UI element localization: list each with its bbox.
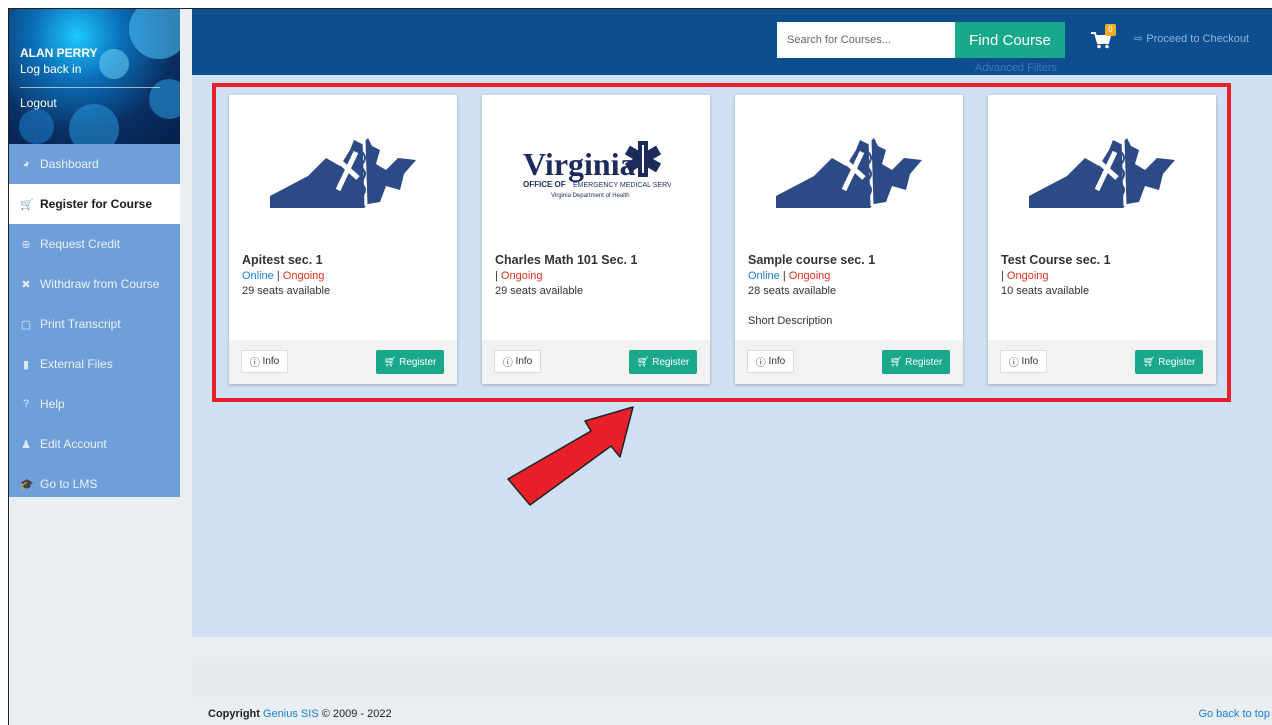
app-frame: ALAN PERRY Log back in Logout ◕ Dashboard…	[8, 8, 1272, 725]
sidebar-item-request-credit[interactable]: ⊕ Request Credit	[9, 224, 180, 264]
search-input[interactable]	[777, 22, 955, 58]
sidebar-item-register-for-course[interactable]: 🛒 Register for Course	[9, 184, 180, 224]
sidebar-item-withdraw-from-course[interactable]: ✖ Withdraw from Course	[9, 264, 180, 304]
copyright: Copyright Genius SIS © 2009 - 2022	[208, 708, 392, 720]
sidebar-user-panel: ALAN PERRY Log back in Logout	[9, 9, 180, 144]
logout-link[interactable]: Logout	[20, 96, 57, 110]
user-name: ALAN PERRY	[20, 46, 98, 60]
x-icon: ✖	[21, 278, 31, 291]
sidebar-item-label: Dashboard	[40, 157, 99, 171]
sidebar-item-dashboard[interactable]: ◕ Dashboard	[9, 144, 180, 184]
sidebar-item-label: Print Transcript	[40, 317, 121, 331]
graduation-cap-icon: 🎓	[20, 478, 34, 491]
sign-in-icon: ⇨	[1134, 33, 1147, 45]
top-bar: Find Course Advanced Filters 0 ⇨ Proceed…	[192, 9, 1272, 75]
cart-icon: 🛒	[20, 198, 34, 211]
footer-strip	[192, 657, 1272, 697]
plus-circle-icon: ⊕	[21, 238, 31, 251]
sidebar-item-label: Register for Course	[40, 197, 153, 211]
sidebar-item-label: Go to LMS	[40, 477, 98, 491]
annotation-arrow	[507, 406, 634, 506]
sidebar-item-help[interactable]: ? Help	[9, 384, 180, 424]
sidebar-item-label: Edit Account	[40, 437, 107, 451]
question-icon: ?	[22, 398, 30, 410]
annotation-highlight-box	[212, 83, 1231, 402]
genius-sis-link[interactable]: Genius SIS	[263, 708, 319, 720]
sidebar: ALAN PERRY Log back in Logout ◕ Dashboard…	[9, 9, 180, 497]
log-back-in-link[interactable]: Log back in	[20, 62, 81, 76]
proceed-to-checkout-link[interactable]: ⇨ Proceed to Checkout	[1134, 32, 1249, 45]
dashboard-icon: ◕	[22, 158, 30, 170]
file-icon: ▮	[22, 358, 30, 371]
sidebar-item-label: Withdraw from Course	[40, 277, 160, 291]
copyright-label: Copyright	[208, 708, 260, 720]
sidebar-item-label: Request Credit	[40, 237, 121, 251]
advanced-filters-link[interactable]: Advanced Filters	[975, 62, 1057, 74]
sidebar-item-external-files[interactable]: ▮ External Files	[9, 344, 180, 384]
copyright-years: © 2009 - 2022	[321, 708, 392, 720]
sidebar-nav: ◕ Dashboard 🛒 Register for Course ⊕ Request C…	[9, 144, 180, 504]
sidebar-item-edit-account[interactable]: ♟ Edit Account	[9, 424, 180, 464]
pdf-icon: ▢	[20, 318, 32, 331]
sidebar-item-label: Help	[40, 397, 65, 411]
sidebar-item-go-to-lms[interactable]: 🎓 Go to LMS	[9, 464, 180, 504]
sidebar-item-print-transcript[interactable]: ▢ Print Transcript	[9, 304, 180, 344]
checkout-label: Proceed to Checkout	[1146, 33, 1250, 45]
user-icon: ♟	[21, 438, 31, 451]
sidebar-item-label: External Files	[40, 357, 113, 371]
find-course-button[interactable]: Find Course	[955, 22, 1065, 58]
sidebar-divider	[20, 87, 160, 88]
back-to-top-link[interactable]: Go back to top	[1198, 708, 1270, 720]
cart-count-badge: 0	[1105, 24, 1116, 36]
